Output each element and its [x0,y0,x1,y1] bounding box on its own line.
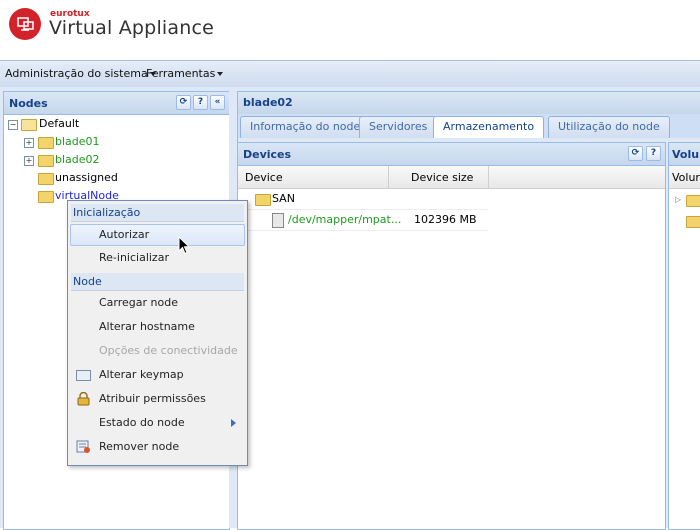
tree-node-label: blade01 [55,135,100,148]
volumes-title: Volur [672,148,700,161]
devices-grid-header: Device Device size [238,166,665,189]
menu-item-autorizar[interactable]: Autorizar [70,224,245,246]
lock-icon [76,391,91,406]
table-row[interactable]: SAN [238,189,488,210]
menu-item-opcoes-conectividade: Opções de conectividade [99,344,238,357]
menu-item-remover-node[interactable]: Remover node [70,436,245,458]
column-divider [388,166,389,188]
node-title: blade02 [243,96,293,109]
nodes-panel-header: Nodes ⟳ ? « [4,92,229,115]
column-header-size[interactable]: Device size [411,171,473,184]
menu-section-node: Node [71,273,244,291]
menu-item-label: Alterar keymap [99,368,184,381]
tree-node-label: Default [39,117,80,130]
tab-informacao-node[interactable]: Informação do node [240,116,371,138]
folder-icon [38,155,54,167]
folder-icon [686,195,700,207]
menu-item-re-inicializar[interactable]: Re-inicializar [70,247,245,269]
menu-ferramentas-label: Ferramentas [146,67,216,80]
volumes-panel: Volur Volur ▷ [668,142,700,530]
volumes-grid-header: Volur [669,166,700,189]
folder-icon [38,191,54,203]
column-divider [488,166,489,188]
column-header-volume[interactable]: Volur [672,171,700,184]
devices-title: Devices [243,148,292,161]
tab-servidores[interactable]: Servidores [359,116,438,138]
menu-item-estado-node[interactable]: Estado do node [70,412,245,434]
devices-panel-header: Devices ⟳ ? [238,143,665,166]
menu-admin-sistema[interactable]: Administração do sistema [5,67,156,80]
table-row[interactable]: /dev/mapper/mpat... 102396 MB [238,210,488,231]
menu-ferramentas[interactable]: Ferramentas [146,67,224,80]
nodes-panel-title: Nodes [9,97,48,110]
refresh-icon[interactable]: ⟳ [176,95,191,110]
caret-down-icon [217,72,224,76]
tab-strip: Informação do node Servidores Armazename… [237,114,700,139]
expand-tree-icon[interactable]: + [24,138,34,148]
device-name: /dev/mapper/mpat... [288,213,402,226]
app-title: Virtual Appliance [49,17,215,39]
node-title-bar: blade02 [237,91,700,115]
remove-node-icon [76,440,91,453]
disk-icon [272,213,284,228]
help-icon[interactable]: ? [193,95,208,110]
menu-item-alterar-hostname[interactable]: Alterar hostname [70,316,245,338]
app-header: eurotux Virtual Appliance [0,0,700,60]
help-icon[interactable]: ? [646,146,661,161]
menu-item-label: Atribuir permissões [99,392,206,405]
device-size: 102396 MB [414,213,477,226]
folder-icon [686,216,700,228]
folder-icon [255,194,271,206]
expand-tree-icon[interactable]: + [24,156,34,166]
menu-item-label: Estado do node [99,416,185,429]
folder-icon [38,137,54,149]
logo-icon [9,8,41,40]
menu-item-carregar-node[interactable]: Carregar node [70,292,245,314]
keyboard-icon [76,370,91,381]
folder-icon [38,173,54,185]
menu-admin-label: Administração do sistema [5,67,148,80]
expand-arrow-icon[interactable]: ▷ [675,195,681,204]
menu-item-label: Remover node [99,440,180,453]
tab-utilizacao-node[interactable]: Utilização do node [548,116,670,138]
column-header-device[interactable]: Device [245,171,283,184]
tree-node-label: blade02 [55,153,100,166]
volumes-header: Volur [669,143,700,166]
menubar: Administração do sistema Ferramentas [0,60,700,88]
folder-open-icon [21,119,37,131]
menu-item-alterar-keymap[interactable]: Alterar keymap [70,364,245,386]
mouse-cursor-icon [178,235,191,258]
tree-node-label: unassigned [55,171,118,184]
devices-panel: Devices ⟳ ? Device Device size SAN /dev/… [237,142,666,530]
collapse-tree-icon[interactable]: − [8,120,18,130]
tab-armazenamento[interactable]: Armazenamento [433,116,545,139]
submenu-arrow-icon [231,419,236,427]
refresh-icon[interactable]: ⟳ [628,146,643,161]
context-menu: Inicialização Autorizar Re-inicializar N… [67,200,248,466]
collapse-icon[interactable]: « [210,95,225,110]
menu-item-atribuir-permissoes[interactable]: Atribuir permissões [70,388,245,410]
device-name: SAN [272,192,295,205]
menu-section-inicializacao: Inicialização [71,204,244,222]
